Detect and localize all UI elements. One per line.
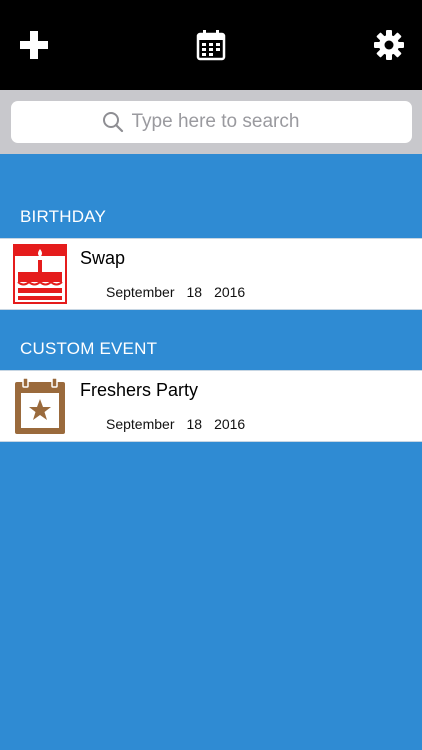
gear-icon[interactable] (371, 27, 407, 63)
plus-icon[interactable] (16, 27, 52, 63)
calendar-icon[interactable] (193, 27, 229, 63)
top-toolbar (0, 0, 422, 90)
event-date: September 18 2016 (106, 284, 245, 300)
event-year: 2016 (214, 284, 246, 300)
list-item[interactable]: Freshers Party September 18 2016 (0, 370, 422, 442)
event-day: 18 (186, 416, 203, 432)
event-date: September 18 2016 (106, 416, 245, 432)
event-year: 2016 (214, 416, 246, 432)
section-header-custom-event: CUSTOM EVENT (20, 339, 158, 358)
search-bar (0, 90, 422, 154)
birthday-cake-icon (13, 244, 67, 304)
search-icon (102, 112, 123, 133)
list-item[interactable]: Swap September 18 2016 (0, 238, 422, 310)
event-month: September (106, 416, 175, 432)
search-field[interactable] (11, 101, 412, 143)
section-header-birthday: BIRTHDAY (20, 207, 106, 226)
search-input[interactable] (131, 111, 322, 133)
event-title: Swap (80, 248, 126, 268)
event-title: Freshers Party (80, 380, 199, 400)
calendar-star-icon (14, 377, 66, 435)
event-day: 18 (186, 284, 203, 300)
event-month: September (106, 284, 175, 300)
